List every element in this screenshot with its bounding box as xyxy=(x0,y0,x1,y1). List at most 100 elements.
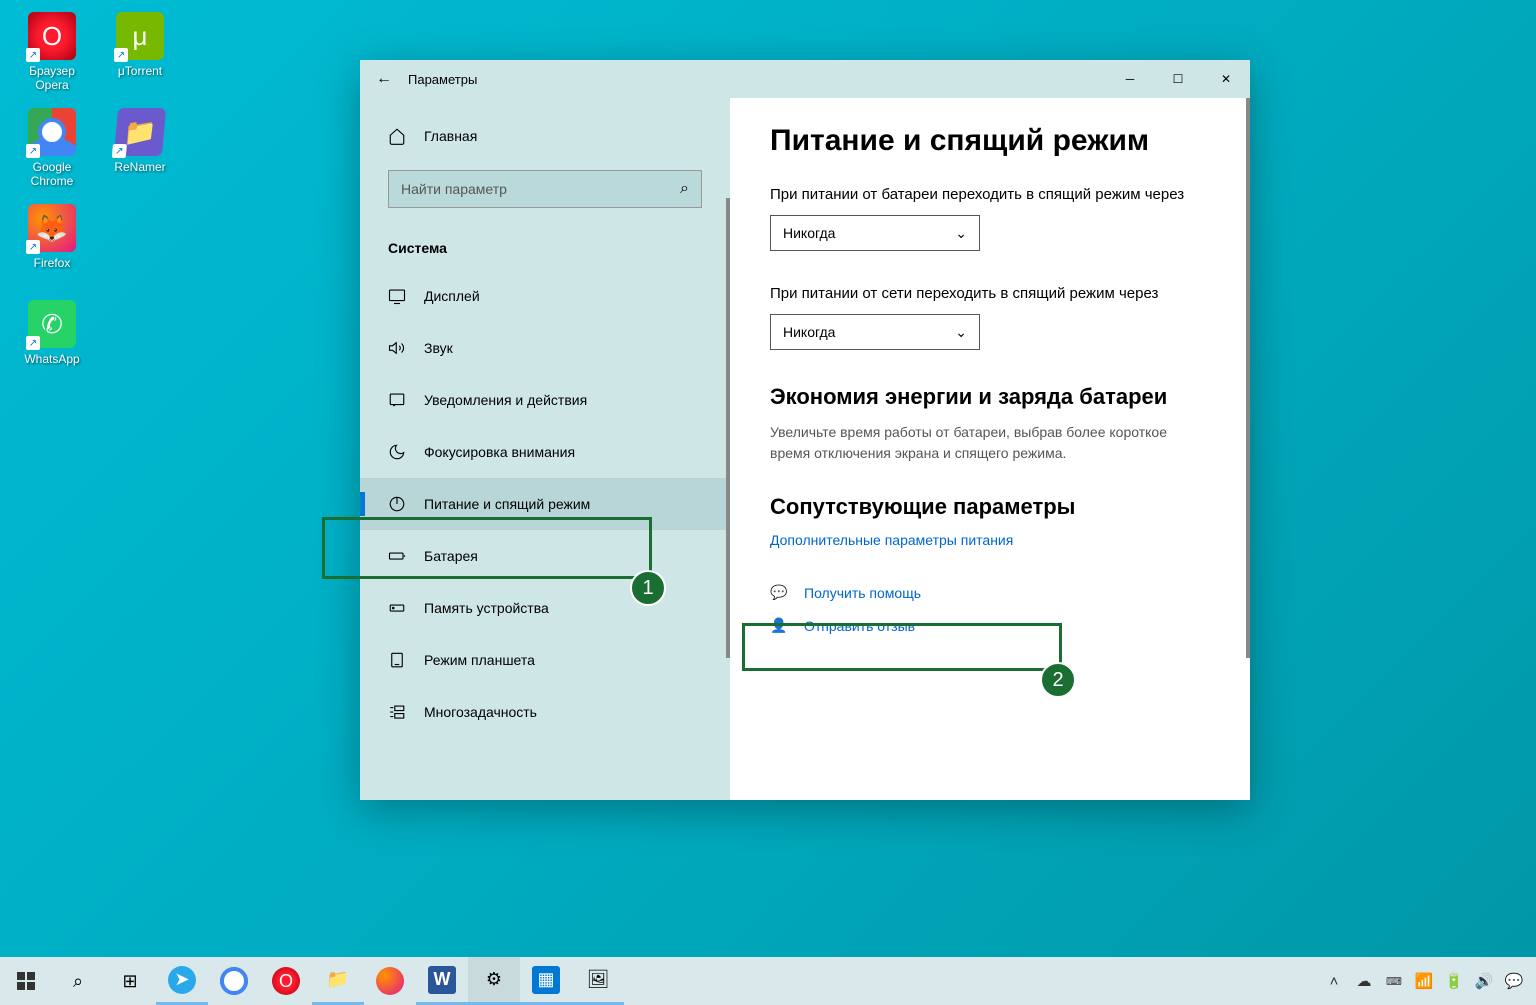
feedback-icon: 👤 xyxy=(770,617,790,634)
battery-sleep-label: При питании от батареи переходить в спящ… xyxy=(770,186,1210,203)
taskbar: ⌕ ⊞ ➤ O 📁 W ⚙ ▦ 🖼 ˄ ☁ ⌨ 📶 🔋 🔊 💬 xyxy=(0,957,1536,1005)
taskbar-chrome[interactable] xyxy=(208,957,260,1005)
search-box[interactable]: ⌕ xyxy=(388,170,702,208)
taskbar-settings[interactable]: ⚙ xyxy=(468,957,520,1005)
taskbar-firefox[interactable] xyxy=(364,957,416,1005)
desktop-icon-label: Google Chrome xyxy=(12,160,92,189)
sidebar-item-label: Многозадачность xyxy=(424,704,537,720)
desktop-icon-firefox[interactable]: 🦊↗ Firefox xyxy=(12,204,92,270)
start-button[interactable] xyxy=(0,957,52,1005)
windows-icon xyxy=(17,972,35,990)
desktop-icon-label: WhatsApp xyxy=(12,352,92,366)
chevron-down-icon: ⌄ xyxy=(955,324,967,341)
desktop-icon-label: Браузер Opera xyxy=(12,64,92,93)
tray-onedrive-icon[interactable]: ☁ xyxy=(1350,957,1378,1005)
eco-heading: Экономия энергии и заряда батареи xyxy=(770,384,1210,410)
desktop-icon-opera[interactable]: O↗ Браузер Opera xyxy=(12,12,92,93)
home-label: Главная xyxy=(424,128,477,144)
help-row: 💬 Получить помощь xyxy=(770,584,1210,601)
task-view-button[interactable]: ⊞ xyxy=(104,957,156,1005)
eco-description: Увеличьте время работы от батареи, выбра… xyxy=(770,422,1210,464)
tray-volume-icon[interactable]: 🔊 xyxy=(1470,957,1498,1005)
sidebar-item-label: Звук xyxy=(424,340,453,356)
taskbar-explorer[interactable]: 📁 xyxy=(312,957,364,1005)
sidebar-item-label: Фокусировка внимания xyxy=(424,444,575,460)
ac-sleep-dropdown[interactable]: Никогда ⌄ xyxy=(770,314,980,350)
sidebar-item-multitasking[interactable]: Многозадачность xyxy=(360,686,730,738)
system-tray: ˄ ☁ ⌨ 📶 🔋 🔊 💬 xyxy=(1320,957,1536,1005)
opera-icon: O xyxy=(272,967,300,995)
dropdown-value: Никогда xyxy=(783,225,835,241)
sidebar-item-sound[interactable]: Звук xyxy=(360,322,730,374)
tray-wifi-icon[interactable]: 📶 xyxy=(1410,957,1438,1005)
opera-icon: O↗ xyxy=(28,12,76,60)
battery-sleep-dropdown[interactable]: Никогда ⌄ xyxy=(770,215,980,251)
close-button[interactable]: ✕ xyxy=(1202,60,1250,98)
sidebar-item-notifications[interactable]: Уведомления и действия xyxy=(360,374,730,426)
feedback-link[interactable]: Отправить отзыв xyxy=(804,618,915,634)
sidebar-item-power[interactable]: Питание и спящий режим xyxy=(360,478,730,530)
chrome-icon: ↗ xyxy=(28,108,76,156)
sidebar-item-label: Уведомления и действия xyxy=(424,392,587,408)
taskbar-opera[interactable]: O xyxy=(260,957,312,1005)
sidebar-item-battery[interactable]: Батарея xyxy=(360,530,730,582)
firefox-icon xyxy=(376,967,404,995)
back-button[interactable]: ← xyxy=(360,70,408,88)
sidebar-item-label: Батарея xyxy=(424,548,478,564)
sidebar-item-label: Память устройства xyxy=(424,600,549,616)
search-button[interactable]: ⌕ xyxy=(52,957,104,1005)
highlight-badge-2: 2 xyxy=(1040,662,1076,698)
search-icon: ⌕ xyxy=(680,180,689,198)
sidebar-item-label: Дисплей xyxy=(424,288,480,304)
desktop-icon-whatsapp[interactable]: ✆↗ WhatsApp xyxy=(12,300,92,366)
tray-battery-icon[interactable]: 🔋 xyxy=(1440,957,1468,1005)
settings-window: ← Параметры ─ ☐ ✕ Главная ⌕ Система Дисп… xyxy=(360,60,1250,800)
desktop-icon-utorrent[interactable]: μ↗ μTorrent xyxy=(100,12,180,78)
sound-icon xyxy=(388,339,406,357)
window-title: Параметры xyxy=(408,72,477,87)
sidebar-item-storage[interactable]: Память устройства xyxy=(360,582,730,634)
display-icon xyxy=(388,287,406,305)
help-link[interactable]: Получить помощь xyxy=(804,585,921,601)
taskbar-word[interactable]: W xyxy=(416,957,468,1005)
desktop-icon-label: Firefox xyxy=(12,256,92,270)
desktop-icon-chrome[interactable]: ↗ Google Chrome xyxy=(12,108,92,189)
sidebar-item-label: Питание и спящий режим xyxy=(424,496,590,512)
home-button[interactable]: Главная xyxy=(360,116,730,156)
additional-power-link[interactable]: Дополнительные параметры питания xyxy=(770,532,1210,548)
sidebar-item-label: Режим планшета xyxy=(424,652,535,668)
related-heading: Сопутствующие параметры xyxy=(770,494,1210,520)
tray-chevron-up-icon[interactable]: ˄ xyxy=(1320,957,1348,1005)
sidebar-item-focus[interactable]: Фокусировка внимания xyxy=(360,426,730,478)
tablet-icon xyxy=(388,651,406,669)
notifications-icon xyxy=(388,391,406,409)
ac-sleep-label: При питании от сети переходить в спящий … xyxy=(770,285,1210,302)
utorrent-icon: μ↗ xyxy=(116,12,164,60)
desktop-icon-renamer[interactable]: 📁↗ ReNamer xyxy=(100,108,180,174)
app-icon: ▦ xyxy=(532,966,560,994)
dropdown-value: Никогда xyxy=(783,324,835,340)
taskbar-telegram[interactable]: ➤ xyxy=(156,957,208,1005)
maximize-button[interactable]: ☐ xyxy=(1154,60,1202,98)
sidebar-item-tablet[interactable]: Режим планшета xyxy=(360,634,730,686)
sidebar-item-display[interactable]: Дисплей xyxy=(360,270,730,322)
home-icon xyxy=(388,127,406,145)
renamer-icon: 📁↗ xyxy=(114,108,166,156)
title-bar: ← Параметры ─ ☐ ✕ xyxy=(360,60,1250,98)
minimize-button[interactable]: ─ xyxy=(1106,60,1154,98)
tray-language-icon[interactable]: ⌨ xyxy=(1380,957,1408,1005)
taskbar-photos[interactable]: 🖼 xyxy=(572,957,624,1005)
storage-icon xyxy=(388,599,406,617)
multitasking-icon xyxy=(388,703,406,721)
help-icon: 💬 xyxy=(770,584,790,601)
tray-notifications-icon[interactable]: 💬 xyxy=(1500,957,1528,1005)
content-area: Питание и спящий режим При питании от ба… xyxy=(730,98,1250,800)
whatsapp-icon: ✆↗ xyxy=(28,300,76,348)
focus-icon xyxy=(388,443,406,461)
desktop-icon-label: ReNamer xyxy=(100,160,180,174)
taskbar-app1[interactable]: ▦ xyxy=(520,957,572,1005)
search-input[interactable] xyxy=(401,181,680,197)
power-icon xyxy=(388,495,406,513)
firefox-icon: 🦊↗ xyxy=(28,204,76,252)
content-scrollbar[interactable] xyxy=(1246,98,1250,658)
